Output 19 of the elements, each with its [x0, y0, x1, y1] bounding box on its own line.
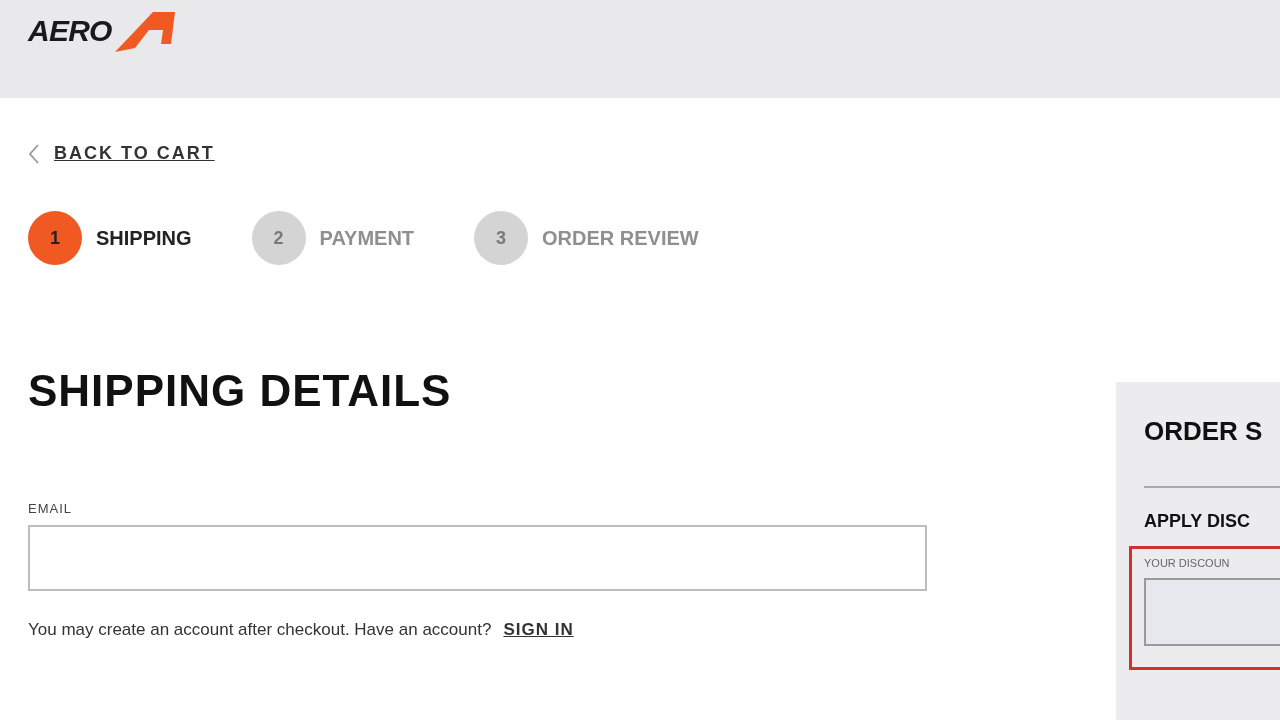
back-to-cart-link[interactable]: BACK TO CART: [28, 140, 215, 167]
chevron-left-icon: [28, 142, 40, 165]
page-title: SHIPPING DETAILS: [28, 369, 453, 413]
step-number-badge: 3: [474, 211, 529, 265]
discount-label: YOUR DISCOUN: [1144, 556, 1231, 571]
discount-title: APPLY DISC: [1144, 512, 1252, 530]
step-number-badge: 2: [251, 211, 306, 265]
sign-in-link[interactable]: SIGN IN: [503, 616, 574, 642]
summary-title: ORDER S: [1144, 418, 1264, 444]
discount-code-field[interactable]: [1144, 577, 1280, 646]
email-label: EMAIL: [28, 500, 73, 518]
account-note: You may create an account after checkout. Have an account?: [28, 618, 492, 641]
step-tab[interactable]: 1 SHIPPING: [28, 211, 192, 265]
step-label: SHIPPING: [96, 226, 192, 251]
step-number-badge: 1: [28, 211, 82, 265]
email-field[interactable]: [28, 524, 927, 591]
step-label: ORDER REVIEW: [542, 226, 699, 251]
logo-text[interactable]: AERO: [28, 16, 112, 46]
step-label: PAYMENT: [319, 226, 415, 251]
